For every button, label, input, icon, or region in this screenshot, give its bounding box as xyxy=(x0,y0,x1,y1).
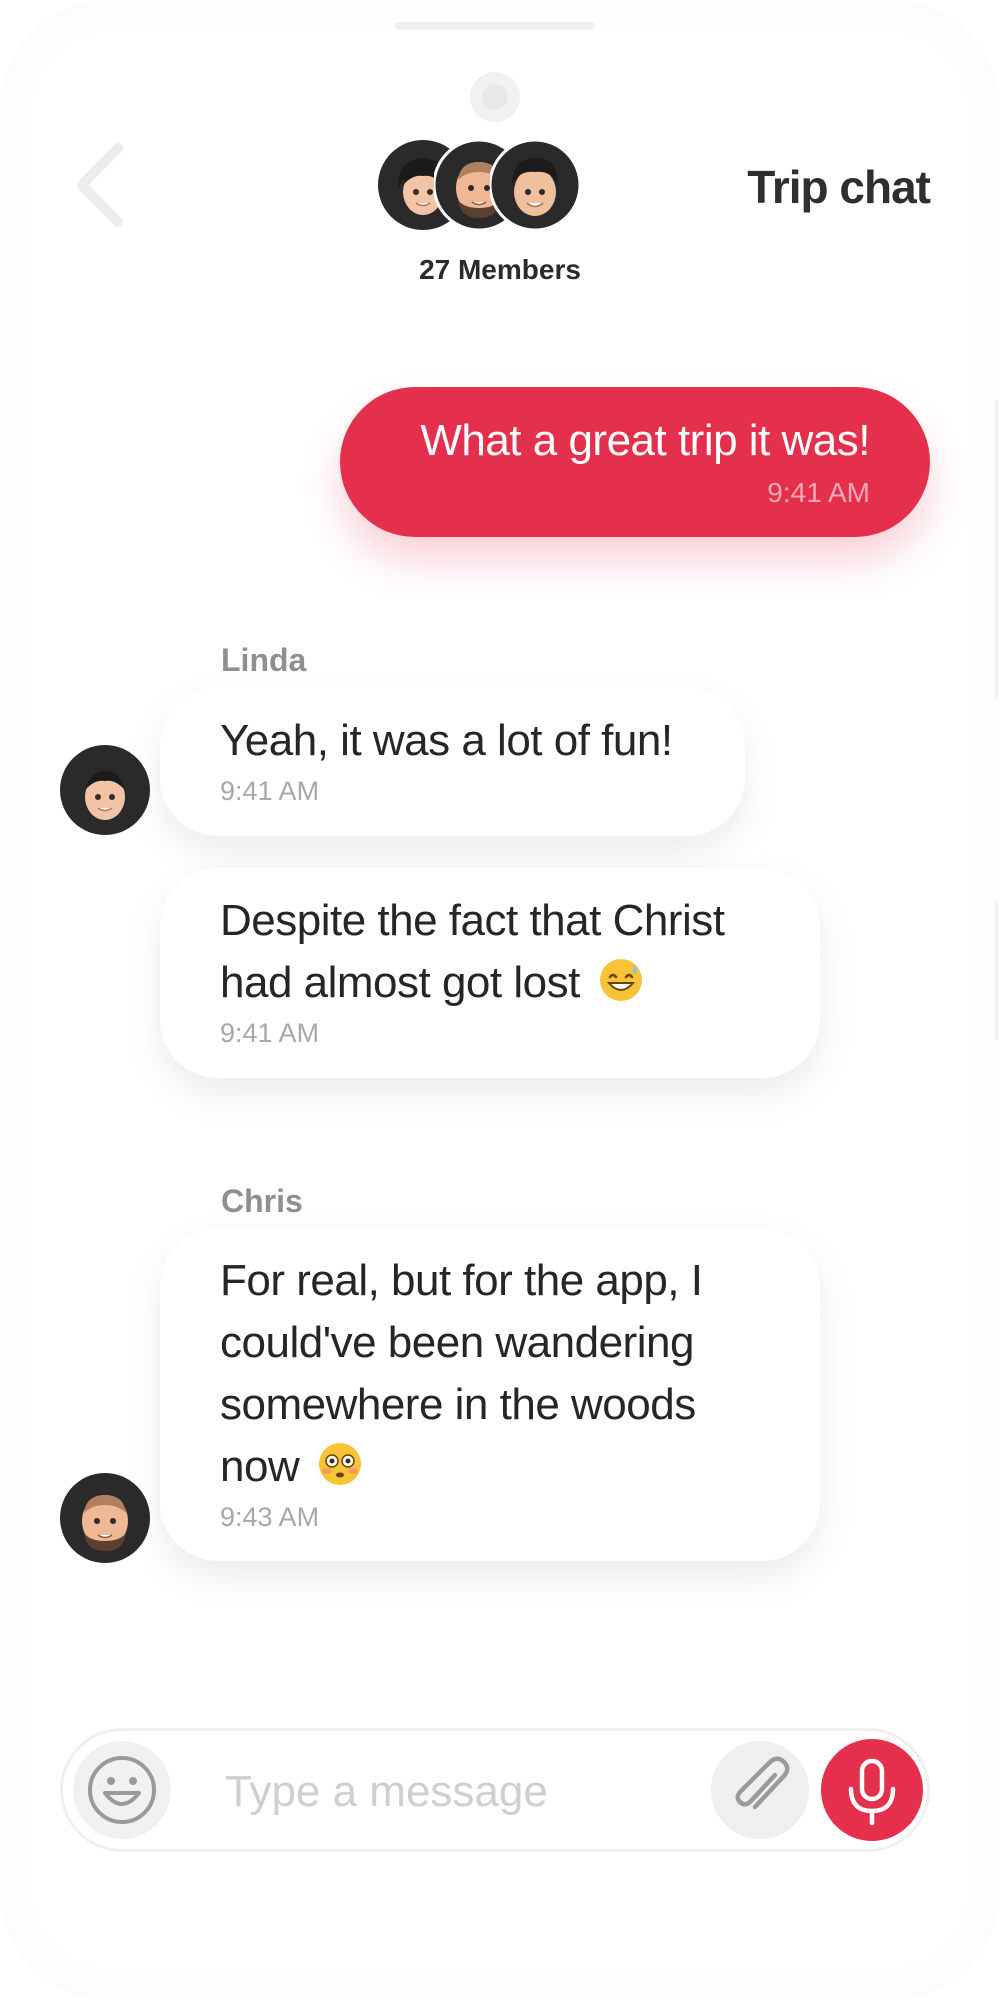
attach-button[interactable] xyxy=(711,1741,809,1839)
side-button xyxy=(995,900,998,1040)
message-text: What a great trip it was! xyxy=(420,416,870,465)
smiley-icon xyxy=(88,1756,156,1824)
message-time: 9:41 AM xyxy=(767,477,870,508)
incoming-message-bubble[interactable]: Yeah, it was a lot of fun! 9:41 AM xyxy=(160,688,745,836)
message-composer xyxy=(60,1728,930,1852)
message-text: Despite the fact that Christ had almost … xyxy=(220,896,725,1007)
avatar-chris[interactable] xyxy=(60,1473,150,1563)
members-count: 27 Members xyxy=(419,254,581,285)
microphone-icon xyxy=(848,1758,896,1826)
paperclip-icon xyxy=(735,1756,790,1810)
message-text: Yeah, it was a lot of fun! xyxy=(220,716,673,765)
incoming-message-bubble[interactable]: Despite the fact that Christ had almost … xyxy=(160,868,820,1078)
member-avatar-third xyxy=(490,140,580,230)
outgoing-message-bubble[interactable]: What a great trip it was! 9:41 AM xyxy=(340,387,930,537)
flushed-face-emoji xyxy=(318,1443,361,1485)
sender-name-linda: Linda xyxy=(221,642,307,678)
message-time: 9:43 AM xyxy=(220,1502,320,1532)
message-text: For real, but for the app, I could've be… xyxy=(220,1256,703,1491)
phone-frame: 27 Members Trip chat What a great trip i… xyxy=(0,0,1000,2000)
message-time: 9:41 AM xyxy=(220,1018,320,1048)
back-button[interactable] xyxy=(70,140,130,230)
speaker-grille xyxy=(395,22,595,30)
chevron-left-icon xyxy=(77,143,123,227)
message-input[interactable] xyxy=(223,1757,747,1827)
side-button xyxy=(995,400,998,700)
page-title: Trip chat xyxy=(747,161,931,213)
incoming-message-bubble[interactable]: For real, but for the app, I could've be… xyxy=(160,1228,820,1561)
microphone-button[interactable] xyxy=(821,1739,923,1841)
member-avatars[interactable] xyxy=(378,138,618,232)
sender-name-chris: Chris xyxy=(221,1183,303,1219)
avatar-linda[interactable] xyxy=(60,745,150,835)
grinning-sweat-emoji xyxy=(599,959,642,1001)
emoji-button[interactable] xyxy=(73,1741,171,1839)
message-time: 9:41 AM xyxy=(220,776,320,806)
front-camera xyxy=(470,72,520,122)
